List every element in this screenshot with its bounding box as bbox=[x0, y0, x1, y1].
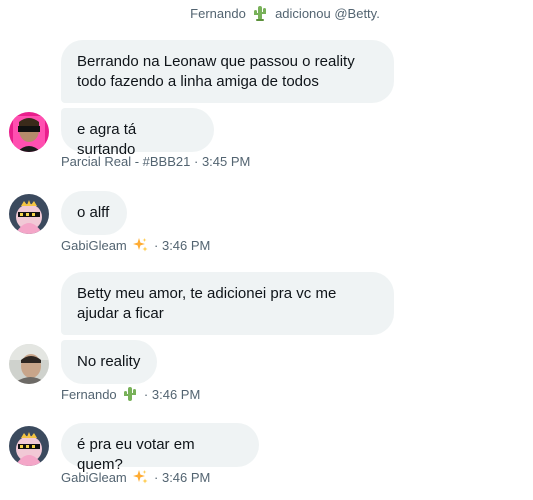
message-meta: Fernando · 3:46 PM bbox=[61, 386, 200, 406]
sparkles-icon bbox=[132, 237, 148, 257]
message-bubble[interactable]: e agra tá surtando bbox=[61, 108, 214, 158]
message-text: Betty meu amor, te adicionei pra vc me a… bbox=[77, 285, 337, 322]
meta-separator: · bbox=[143, 387, 149, 402]
cactus-icon bbox=[252, 5, 268, 24]
message-text: No reality bbox=[77, 353, 141, 370]
avatar[interactable] bbox=[9, 194, 49, 234]
message-text: e agra tá surtando bbox=[77, 121, 137, 158]
message-bubble[interactable]: No reality bbox=[61, 340, 157, 384]
avatar[interactable] bbox=[9, 344, 49, 384]
sender-name[interactable]: Fernando bbox=[61, 387, 117, 402]
message-bubble[interactable]: o alff bbox=[61, 191, 127, 235]
sender-name[interactable]: GabiGleam bbox=[61, 470, 127, 485]
message-bubble[interactable]: Berrando na Leonaw que passou o reality … bbox=[61, 40, 394, 103]
sparkles-icon bbox=[132, 469, 148, 489]
system-note-action: adicionou @Betty. bbox=[275, 6, 380, 21]
avatar[interactable] bbox=[9, 112, 49, 152]
timestamp: 3:46 PM bbox=[161, 470, 211, 485]
timestamp: 3:46 PM bbox=[161, 238, 211, 253]
sender-name[interactable]: GabiGleam bbox=[61, 238, 127, 253]
message-bubble[interactable]: Betty meu amor, te adicionei pra vc me a… bbox=[61, 272, 394, 335]
message-bubble[interactable]: é pra eu votar em quem? bbox=[61, 423, 259, 473]
message-text: o alff bbox=[77, 204, 110, 221]
message-text: Berrando na Leonaw que passou o reality … bbox=[77, 53, 355, 90]
sender-name[interactable]: Parcial Real - #BBB21 bbox=[61, 154, 190, 169]
message-meta: GabiGleam · 3:46 PM bbox=[61, 237, 210, 257]
system-note-actor: Fernando bbox=[190, 6, 246, 21]
message-meta: GabiGleam · 3:46 PM bbox=[61, 469, 210, 489]
avatar[interactable] bbox=[9, 426, 49, 466]
timestamp: 3:46 PM bbox=[151, 387, 201, 402]
message-text: é pra eu votar em quem? bbox=[77, 436, 195, 473]
cactus-icon bbox=[122, 386, 138, 406]
meta-separator: · bbox=[154, 238, 159, 253]
timestamp: 3:45 PM bbox=[201, 154, 251, 169]
system-note: Fernando adicionou @Betty. bbox=[0, 5, 533, 24]
meta-separator: · bbox=[154, 470, 159, 485]
message-meta: Parcial Real - #BBB21 · 3:45 PM bbox=[61, 154, 250, 170]
meta-separator: · bbox=[193, 154, 199, 169]
